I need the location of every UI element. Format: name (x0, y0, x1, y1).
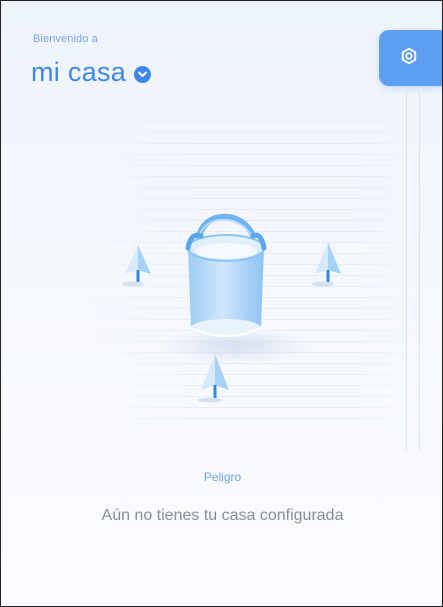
home-name: mi casa (31, 57, 127, 87)
welcome-label: Bienvenido a (33, 33, 98, 45)
status-label: Peligro (203, 470, 242, 484)
app-screen: Bienvenido a mi casa Peligro Aún no tien… (0, 0, 443, 607)
gear-icon (399, 46, 419, 71)
empty-state-message: Aún no tienes tu casa configurada (101, 507, 344, 524)
home-selector[interactable]: mi casa (31, 57, 152, 88)
background-line (419, 91, 420, 451)
settings-button[interactable] (379, 30, 442, 86)
chevron-down-icon (134, 65, 152, 83)
background-line (406, 91, 407, 451)
empty-home-illustration (111, 196, 361, 426)
